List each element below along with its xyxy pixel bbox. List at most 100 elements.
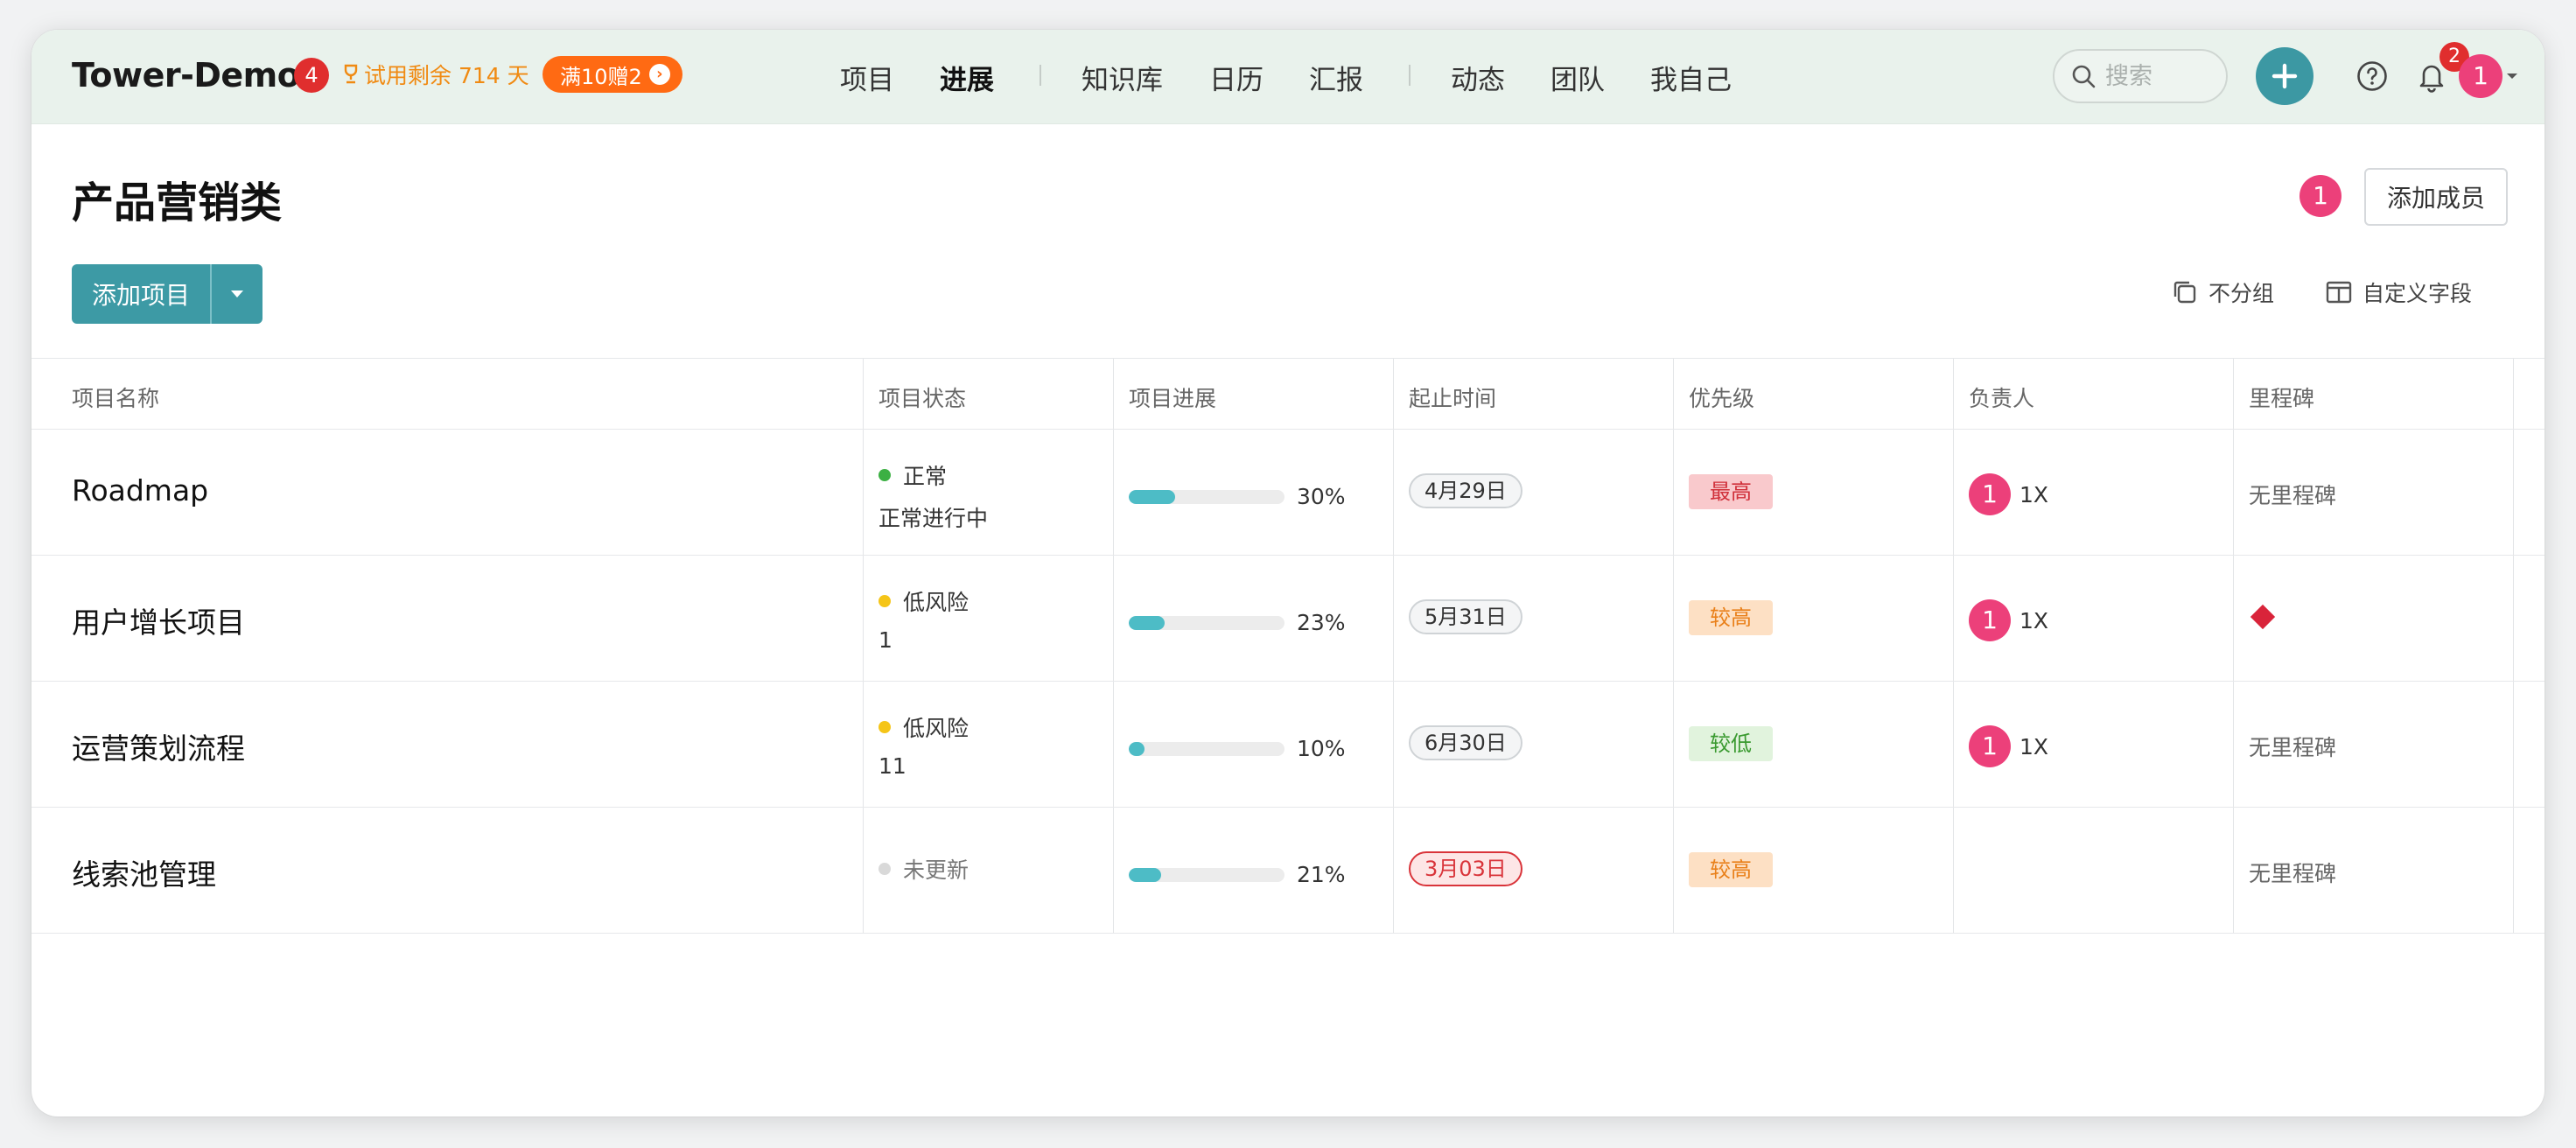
date-pill[interactable]: 5月31日	[1409, 599, 1522, 634]
progress-cell[interactable]: 30%	[1129, 484, 1346, 509]
milestone-text[interactable]: 无里程碑	[2249, 479, 2336, 510]
progress-cell[interactable]: 21%	[1129, 862, 1346, 887]
table-row[interactable]: Roadmap 正常 正常进行中 30% 4月29日 最高 1 1X 无里程碑	[32, 430, 2544, 556]
search-icon	[2072, 65, 2096, 88]
nav-progress[interactable]: 进展	[940, 58, 994, 97]
priority-tag[interactable]: 较低	[1689, 726, 1773, 761]
project-name[interactable]: 用户增长项目	[72, 599, 245, 641]
nav-knowledge-base[interactable]: 知识库	[1082, 58, 1163, 97]
progress-percent: 30%	[1297, 484, 1346, 509]
progress-bar	[1129, 867, 1284, 882]
chevron-down-icon[interactable]	[2506, 72, 2518, 80]
progress-bar	[1129, 741, 1284, 756]
status-note: 正常进行中	[878, 506, 989, 531]
owner-cell[interactable]: 1 1X	[1969, 725, 2048, 767]
page-title: 产品营销类	[72, 178, 283, 228]
milestone-text[interactable]: 无里程碑	[2249, 731, 2336, 762]
nav-calendar[interactable]: 日历	[1209, 58, 1264, 97]
status-label: 未更新	[903, 858, 970, 883]
caret-down-icon	[231, 290, 243, 298]
column-header-dates[interactable]: 起止时间	[1409, 382, 1496, 413]
trial-text: 试用剩余 714 天	[364, 63, 529, 88]
nav-divider	[1040, 65, 1041, 86]
status-label: 正常	[903, 464, 948, 489]
progress-cell[interactable]: 23%	[1129, 610, 1346, 635]
status-cell[interactable]: 低风险 1	[878, 585, 969, 653]
date-pill[interactable]: 6月30日	[1409, 725, 1522, 760]
owner-avatar: 1	[1969, 473, 2011, 515]
date-pill[interactable]: 3月03日	[1409, 851, 1522, 886]
owner-name: 1X	[2020, 481, 2049, 508]
custom-fields-label: 自定义字段	[2362, 281, 2473, 306]
owner-cell[interactable]: 1 1X	[1969, 473, 2048, 515]
owner-cell[interactable]: 1 1X	[1969, 599, 2048, 641]
table-row[interactable]: 线索池管理 未更新 21% 3月03日 较高 无里程碑	[32, 808, 2544, 934]
status-dot	[878, 721, 891, 733]
column-header-priority[interactable]: 优先级	[1689, 382, 1754, 413]
progress-fill	[1129, 489, 1176, 504]
progress-percent: 10%	[1297, 736, 1346, 761]
brand-badge[interactable]: 4	[294, 58, 329, 93]
column-header-owner[interactable]: 负责人	[1969, 382, 2034, 413]
nav-activity[interactable]: 动态	[1451, 58, 1505, 97]
chevron-right-icon: ›	[648, 64, 670, 85]
add-project-button[interactable]: 添加项目	[72, 264, 212, 324]
column-header-name[interactable]: 项目名称	[72, 382, 159, 413]
columns-icon	[2326, 281, 2352, 304]
add-member-button[interactable]: 添加成员	[2364, 168, 2508, 226]
nav-team[interactable]: 团队	[1550, 58, 1605, 97]
help-button[interactable]	[2354, 58, 2390, 94]
column-header-progress[interactable]: 项目进展	[1129, 382, 1216, 413]
group-toggle[interactable]: 不分组	[2170, 276, 2274, 308]
progress-fill	[1129, 741, 1144, 756]
plus-icon	[2272, 63, 2298, 89]
status-cell[interactable]: 正常 正常进行中	[878, 459, 988, 533]
milestone-diamond-icon[interactable]	[2250, 604, 2276, 630]
nav-reports[interactable]: 汇报	[1309, 58, 1363, 97]
table-header: 项目名称 项目状态 项目进展 起止时间 优先级 负责人 里程碑	[32, 358, 2544, 430]
search-box[interactable]	[2053, 49, 2228, 103]
app-window: Tower-Demo 4 试用剩余 714 天 满10赠2 › 项目 进展 知识…	[32, 30, 2544, 1116]
status-label: 低风险	[903, 716, 970, 741]
milestone-text[interactable]: 无里程碑	[2249, 857, 2336, 888]
promo-label: 满10赠2	[560, 64, 642, 89]
owner-avatar: 1	[1969, 725, 2011, 767]
column-header-milestone[interactable]: 里程碑	[2249, 382, 2314, 413]
question-circle-icon	[2357, 61, 2387, 91]
brand-name[interactable]: Tower-Demo	[72, 56, 300, 94]
add-project-dropdown[interactable]	[212, 264, 262, 324]
nav-projects[interactable]: 项目	[840, 58, 894, 97]
priority-tag[interactable]: 较高	[1689, 600, 1773, 635]
project-name[interactable]: Roadmap	[72, 473, 208, 508]
status-dot	[878, 595, 891, 607]
status-label: 低风险	[903, 590, 970, 615]
progress-bar	[1129, 615, 1284, 630]
status-dot	[878, 863, 891, 875]
project-name[interactable]: 线索池管理	[72, 851, 216, 893]
owner-name: 1X	[2020, 607, 2049, 634]
custom-fields-button[interactable]: 自定义字段	[2324, 276, 2472, 308]
progress-percent: 23%	[1297, 610, 1346, 635]
table-row[interactable]: 运营策划流程 低风险 11 10% 6月30日 较低 1 1X 无里程碑	[32, 682, 2544, 808]
member-avatar[interactable]: 1	[2300, 175, 2342, 217]
search-input[interactable]	[2105, 62, 2210, 90]
column-header-status[interactable]: 项目状态	[878, 382, 966, 413]
date-pill[interactable]: 4月29日	[1409, 473, 1522, 508]
user-avatar[interactable]: 1	[2459, 54, 2502, 98]
progress-bar	[1129, 489, 1284, 504]
priority-tag[interactable]: 最高	[1689, 474, 1773, 509]
trophy-icon	[344, 64, 358, 84]
trial-remaining[interactable]: 试用剩余 714 天	[341, 59, 529, 90]
promo-button[interactable]: 满10赠2 ›	[542, 56, 682, 93]
status-dot	[878, 469, 891, 481]
table-row[interactable]: 用户增长项目 低风险 1 23% 5月31日 较高 1 1X	[32, 556, 2544, 682]
copy-group-icon	[2174, 281, 2196, 304]
status-cell[interactable]: 未更新	[878, 853, 969, 885]
create-button[interactable]	[2256, 47, 2314, 105]
status-cell[interactable]: 低风险 11	[878, 711, 969, 779]
nav-myself[interactable]: 我自己	[1650, 58, 1732, 97]
priority-tag[interactable]: 较高	[1689, 852, 1773, 887]
owner-avatar: 1	[1969, 599, 2011, 641]
project-name[interactable]: 运营策划流程	[72, 725, 245, 767]
progress-cell[interactable]: 10%	[1129, 736, 1346, 761]
